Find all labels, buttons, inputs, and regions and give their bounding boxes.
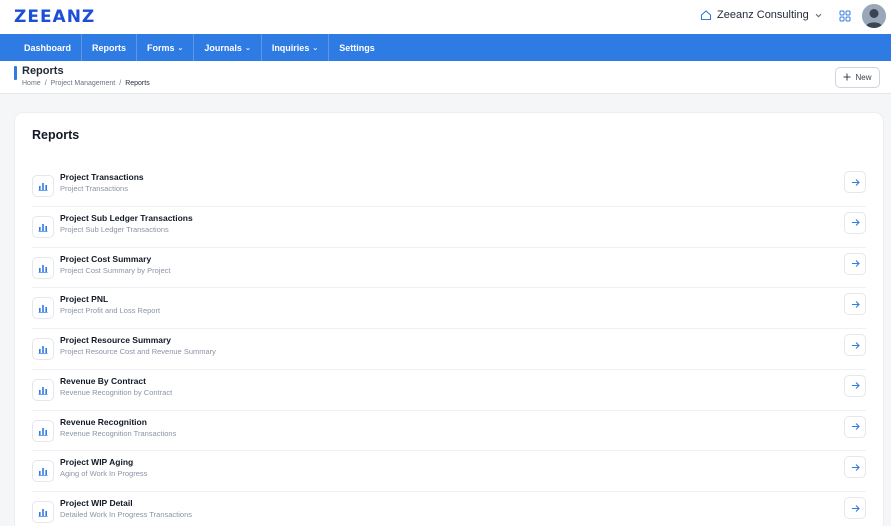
open-report-button[interactable] (844, 293, 866, 316)
main-nav: Dashboard Reports Forms ⌄ Journals ⌄ Inq… (0, 34, 891, 61)
report-list: Project Transactions Project Transaction… (32, 166, 866, 526)
open-report-button[interactable] (844, 415, 866, 438)
report-title[interactable]: Project Resource Summary (60, 335, 171, 345)
open-report-button[interactable] (844, 497, 866, 519)
bar-chart-icon (32, 175, 54, 197)
page-title: Reports (22, 65, 64, 77)
title-accent-bar (14, 66, 17, 80)
bar-chart-icon (32, 338, 54, 360)
report-subtitle: Detailed Work In Progress Transactions (60, 510, 193, 519)
app-logo[interactable]: ZEEANZ (14, 7, 95, 27)
report-title[interactable]: Project WIP Detail (60, 498, 133, 508)
company-name: Zeeanz Consulting (717, 9, 809, 21)
report-row[interactable]: Project Sub Ledger Transactions Project … (32, 207, 866, 248)
open-report-button[interactable] (844, 211, 866, 234)
bar-chart-icon (32, 460, 54, 483)
report-subtitle: Project Cost Summary by Project (60, 265, 171, 275)
open-report-button[interactable] (844, 456, 866, 479)
report-title[interactable]: Project Cost Summary (60, 254, 151, 264)
report-row[interactable]: Project PNL Project Profit and Loss Repo… (32, 288, 866, 329)
nav-item-forms[interactable]: Forms ⌄ (137, 34, 195, 61)
bar-chart-icon (32, 501, 54, 523)
report-title[interactable]: Project PNL (60, 294, 108, 304)
report-subtitle: Aging of Work In Progress (60, 469, 148, 479)
nav-item-dashboard[interactable]: Dashboard (14, 34, 83, 61)
nav-item-settings[interactable]: Settings (329, 34, 385, 61)
report-subtitle: Project Transactions (60, 184, 128, 193)
chevron-down-icon: ⌄ (244, 44, 251, 52)
bar-chart-icon (32, 215, 54, 238)
nav-item-reports[interactable]: Reports (82, 34, 138, 61)
report-subtitle: Project Profit and Loss Report (60, 306, 161, 316)
report-row[interactable]: Project Resource Summary Project Resourc… (32, 329, 866, 370)
top-bar: ZEEANZ Zeeanz Consulting (0, 0, 891, 34)
breadcrumb-home[interactable]: Home (22, 80, 41, 87)
report-row[interactable]: Project Cost Summary Project Cost Summar… (32, 248, 866, 289)
reports-card: Reports Project Transactions Project Tra… (15, 113, 883, 526)
open-report-button[interactable] (844, 252, 866, 275)
avatar[interactable] (862, 4, 886, 28)
bar-chart-icon (32, 297, 54, 320)
open-report-button[interactable] (844, 374, 866, 397)
grid-icon[interactable] (839, 9, 851, 27)
bar-chart-icon (32, 419, 54, 442)
report-title[interactable]: Project WIP Aging (60, 457, 133, 467)
report-subtitle: Project Resource Cost and Revenue Summar… (60, 347, 216, 356)
report-title[interactable]: Project Sub Ledger Transactions (60, 213, 193, 223)
chevron-down-icon: ⌄ (312, 44, 319, 52)
report-title[interactable]: Revenue Recognition (60, 417, 147, 427)
chevron-down-icon (814, 11, 823, 20)
breadcrumb-current: Reports (125, 80, 150, 87)
report-row[interactable]: Revenue By Contract Revenue Recognition … (32, 370, 866, 411)
breadcrumb: Home / Project Management / Reports (22, 80, 150, 87)
breadcrumb-project-management[interactable]: Project Management (51, 80, 116, 87)
report-subtitle: Revenue Recognition Transactions (60, 428, 177, 438)
home-icon (700, 9, 712, 21)
report-row[interactable]: Project WIP Aging Aging of Work In Progr… (32, 451, 866, 492)
open-report-button[interactable] (844, 171, 866, 193)
nav-item-label: Forms (147, 42, 175, 53)
nav-item-label: Settings (339, 42, 375, 53)
new-button-label: New (855, 73, 872, 82)
open-report-button[interactable] (844, 334, 866, 356)
nav-item-inquiries[interactable]: Inquiries ⌄ (262, 34, 330, 61)
report-row[interactable]: Revenue Recognition Revenue Recognition … (32, 411, 866, 452)
report-subtitle: Revenue Recognition by Contract (60, 387, 173, 397)
report-subtitle: Project Sub Ledger Transactions (60, 224, 169, 234)
plus-icon (843, 73, 851, 83)
breadcrumb-separator: / (119, 80, 122, 87)
chevron-down-icon: ⌄ (177, 44, 184, 52)
report-title[interactable]: Project Transactions (60, 172, 144, 182)
nav-item-label: Journals (204, 42, 242, 53)
nav-item-label: Inquiries (271, 42, 310, 53)
new-button[interactable]: New (835, 67, 880, 88)
report-title[interactable]: Revenue By Contract (60, 376, 146, 386)
bar-chart-icon (32, 378, 54, 401)
company-switcher[interactable]: Zeeanz Consulting (700, 9, 823, 21)
bar-chart-icon (32, 256, 54, 279)
report-row[interactable]: Project WIP Detail Detailed Work In Prog… (32, 492, 866, 526)
card-title: Reports (32, 128, 80, 142)
nav-item-journals[interactable]: Journals ⌄ (194, 34, 262, 61)
nav-item-label: Dashboard (24, 42, 72, 53)
nav-item-label: Reports (92, 42, 127, 53)
breadcrumb-separator: / (44, 80, 47, 87)
page-header: Reports Home / Project Management / Repo… (0, 61, 891, 94)
report-row[interactable]: Project Transactions Project Transaction… (32, 166, 866, 207)
